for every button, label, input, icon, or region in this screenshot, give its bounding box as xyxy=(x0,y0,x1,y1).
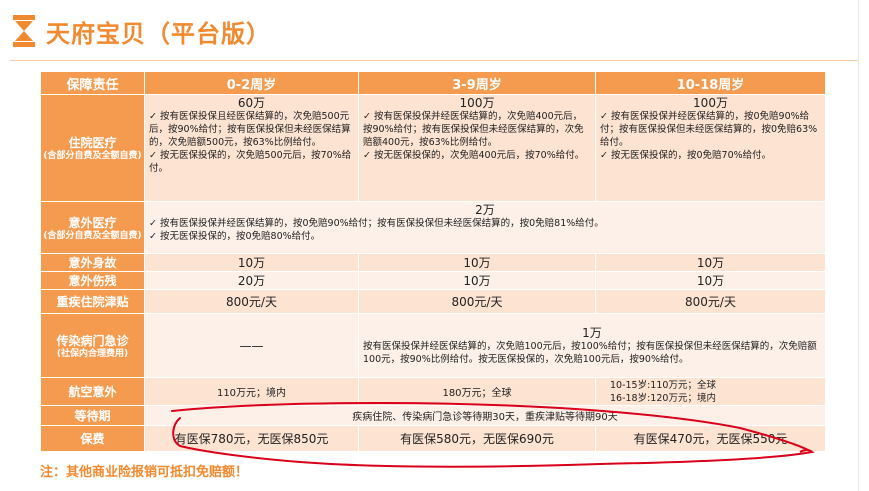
row-label: 等待期 xyxy=(40,405,145,426)
table-row: 重疾住院津贴 800元/天 800元/天 800元/天 xyxy=(40,289,826,314)
column-header: 0-2周岁 xyxy=(144,71,359,95)
coverage-rule: ✓ 按无医保投保的，次免赔500元后，按70%给付。 xyxy=(149,150,352,174)
row-label-sub: (含部分自费及全额自费) xyxy=(43,230,142,241)
table-cell: 10万 xyxy=(144,253,359,272)
coverage-amount: 60万 xyxy=(237,96,266,110)
row-label-text: 住院医疗 xyxy=(68,136,117,150)
page-edge-divider xyxy=(858,0,859,491)
row-label-text: 传染病门急诊 xyxy=(56,333,129,348)
column-header: 保障责任 xyxy=(40,71,145,95)
row-label-sub: (含部分自费及全额自费) xyxy=(43,151,142,161)
coverage-rule: ✓ 按有医保投保并经医保结算的，次免赔400元后，按90%给付；按有医保投保但未… xyxy=(363,111,584,148)
table-row: 保费 有医保780元，无医保850元 有医保580元，无医保690元 有医保47… xyxy=(40,425,826,452)
table-row: 传染病门急诊 (社保内合理费用) —— 1万 按有医保投保并经医保结算的，次免赔… xyxy=(40,313,826,378)
table-cell: 有医保780元，无医保850元 xyxy=(144,425,359,452)
row-label-text: 意外医疗 xyxy=(68,215,117,230)
row-label: 住院医疗 (含部分自费及全额自费) xyxy=(40,94,145,202)
coverage-rule: ✓ 按有医保投保并经医保结算的，按0免赔90%给付；按有医保投保但未经医保结算的… xyxy=(600,111,818,148)
table-cell: 800元/天 xyxy=(144,289,359,314)
table-cell: 10-15岁:110万元；全球 16-18岁:120万元；境内 xyxy=(595,377,826,406)
benefit-table: 保障责任 0-2周岁 3-9周岁 10-18周岁 住院医疗 (含部分自费及全额自… xyxy=(40,71,826,452)
table-row: 航空意外 110万元；境内 180万元；全球 10-15岁:110万元；全球 1… xyxy=(40,377,826,406)
coverage-rule: ✓ 按无医保投保的，按0免赔70%给付。 xyxy=(600,150,772,161)
table-cell: 1万 按有医保投保并经医保结算的，次免赔100元后，按100%给付；按有医保投保… xyxy=(358,313,826,378)
column-header: 10-18周岁 xyxy=(595,71,826,95)
table-cell: 10万 xyxy=(358,253,596,272)
row-label: 传染病门急诊 (社保内合理费用) xyxy=(40,313,145,378)
table-row: 等待期 疾病住院、传染病门急诊等待期30天，重疾津贴等待期90天 xyxy=(40,405,826,426)
coverage-amount: 1万 xyxy=(582,325,602,340)
table-cell: 60万 ✓ 按有医保投保且经医保结算的，次免赔500元后，按90%给付；按有医保… xyxy=(144,94,359,202)
header: 天府宝贝（平台版） xyxy=(0,0,869,62)
table-cell: 10万 xyxy=(358,271,596,290)
table-cell: 有医保470元，无医保550元 xyxy=(595,425,826,452)
coverage-rule: ✓ 按有医保投保且经医保结算的，次免赔500元后，按90%给付；按有医保投保但未… xyxy=(149,111,351,148)
coverage-amount: 100万 xyxy=(693,96,728,110)
hourglass-icon xyxy=(13,15,35,47)
coverage-amount: 2万 xyxy=(475,203,495,217)
coverage-amount: 100万 xyxy=(459,96,495,110)
table-row: 住院医疗 (含部分自费及全额自费) 60万 ✓ 按有医保投保且经医保结算的，次免… xyxy=(40,94,826,202)
table-row: 意外医疗 (含部分自费及全额自费) 2万 ✓ 按有医保投保并经医保结算的，按0免… xyxy=(40,201,826,254)
coverage-rule: ✓ 按无医保投保的，按0免赔80%给付。 xyxy=(149,231,321,242)
table-cell: 180万元；全球 xyxy=(358,377,596,406)
table-cell: 10万 xyxy=(595,253,826,272)
table-cell: 110万元；境内 xyxy=(144,377,359,406)
row-label-sub: (社保内合理费用) xyxy=(56,348,129,359)
row-label: 意外伤残 xyxy=(40,271,145,290)
aviation-age-line: 16-18岁:120万元；境内 xyxy=(610,392,716,404)
row-label: 保费 xyxy=(40,425,145,452)
table-cell: 疾病住院、传染病门急诊等待期30天，重疾津贴等待期90天 xyxy=(144,405,826,426)
table-cell: 800元/天 xyxy=(595,289,826,314)
table-cell: 20万 xyxy=(144,271,359,290)
table-header-row: 保障责任 0-2周岁 3-9周岁 10-18周岁 xyxy=(40,71,826,95)
table-cell: —— xyxy=(144,313,359,378)
row-label: 意外医疗 (含部分自费及全额自费) xyxy=(40,201,145,254)
table-cell: 有医保580元，无医保690元 xyxy=(358,425,596,452)
table-cell: 2万 ✓ 按有医保投保并经医保结算的，按0免赔90%给付；按有医保投保但未经医保… xyxy=(144,201,826,254)
coverage-rule: ✓ 按有医保投保并经医保结算的，按0免赔90%给付；按有医保投保但未经医保结算的… xyxy=(149,218,604,229)
aviation-age-line: 10-15岁:110万元；全球 xyxy=(610,379,716,391)
table-row: 意外伤残 20万 10万 10万 xyxy=(40,271,826,290)
table-cell: 800元/天 xyxy=(358,289,596,314)
row-label: 重疾住院津贴 xyxy=(40,289,145,314)
table-row: 意外身故 10万 10万 10万 xyxy=(40,253,826,272)
coverage-rule: 按有医保投保并经医保结算的，次免赔100元后，按100%给付；按有医保投保但未经… xyxy=(363,340,817,365)
row-label: 航空意外 xyxy=(40,377,145,406)
page-title: 天府宝贝（平台版） xyxy=(46,20,271,48)
table-cell: 100万 ✓ 按有医保投保并经医保结算的，次免赔400元后，按90%给付；按有医… xyxy=(358,94,596,202)
table-cell: 100万 ✓ 按有医保投保并经医保结算的，按0免赔90%给付；按有医保投保但未经… xyxy=(595,94,826,202)
header-divider xyxy=(10,60,859,61)
column-header: 3-9周岁 xyxy=(358,71,596,95)
row-label: 意外身故 xyxy=(40,253,145,272)
coverage-rule: ✓ 按无医保投保的，次免赔400元后，按70%给付。 xyxy=(363,150,585,161)
footnote: 注：其他商业险报销可抵扣免赔额！ xyxy=(40,465,249,480)
table-cell: 10万 xyxy=(595,271,826,290)
